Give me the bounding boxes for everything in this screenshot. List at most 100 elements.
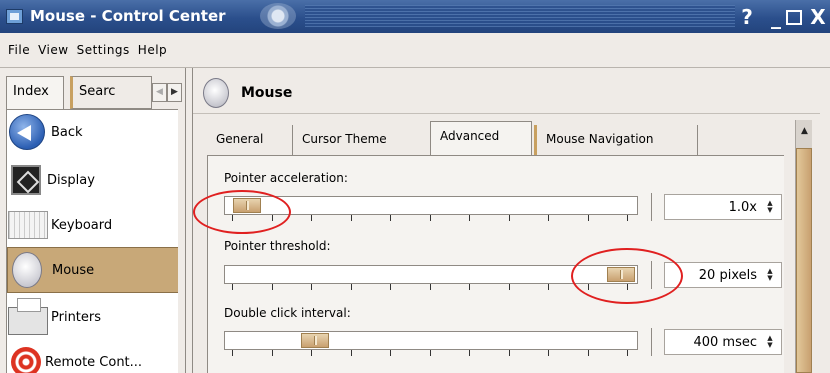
slider-tick: [509, 350, 510, 356]
slider-tick: [232, 284, 233, 290]
title-bar-grip[interactable]: [305, 5, 735, 27]
sidebar-list: Back Display Keyboard Mouse Printers Rem…: [6, 109, 178, 373]
spinbox-arrows-icon[interactable]: ▲ ▼: [765, 335, 775, 349]
double-click-interval-slider[interactable]: [224, 331, 638, 350]
remote-icon: [11, 347, 41, 373]
slider-tick: [548, 350, 549, 356]
sidebar-item-mouse[interactable]: Mouse: [7, 247, 178, 293]
sidebar-item-label: Keyboard: [51, 217, 113, 233]
window-title: Mouse - Control Center: [30, 7, 226, 25]
sidebar-tabs: Index Searc ◀ ▶: [6, 76, 184, 109]
slider-tick: [272, 350, 273, 356]
slider-tick: [548, 284, 549, 290]
annotation-ellipse-threshold: [571, 248, 683, 304]
maximize-button[interactable]: [786, 10, 802, 25]
tab-scroll-right-icon[interactable]: ▶: [167, 83, 182, 102]
close-button[interactable]: X: [807, 6, 829, 28]
sidebar-item-keyboard[interactable]: Keyboard: [7, 203, 178, 247]
tab-scroll-left-icon[interactable]: ◀: [152, 83, 167, 102]
double-click-interval-spinbox[interactable]: 400 msec ▲ ▼: [664, 329, 782, 355]
sidebar-item-label: Printers: [51, 309, 102, 325]
slider-tick: [232, 350, 233, 356]
slider-tick: [627, 350, 628, 356]
spinbox-value: 400 msec: [693, 334, 757, 350]
tab-scroll-arrows: ◀ ▶: [152, 83, 182, 102]
field-divider: [651, 193, 652, 221]
control-center-icon: [6, 9, 23, 24]
menu-settings[interactable]: Settings: [77, 43, 130, 57]
tab-cursor-theme[interactable]: Cursor Theme: [292, 125, 430, 155]
sidebar: Index Searc ◀ ▶ Back Display Keyboard Mo…: [0, 68, 190, 373]
slider-tick: [390, 215, 391, 221]
slider-tick: [469, 350, 470, 356]
minimize-button[interactable]: _: [765, 6, 787, 28]
sidebar-item-label: Back: [51, 124, 83, 140]
slider-tick: [390, 350, 391, 356]
back-arrow-icon: [9, 114, 45, 150]
slider-tick: [509, 215, 510, 221]
slider-ticks: [224, 350, 638, 356]
tab-index[interactable]: Index: [6, 76, 64, 109]
tab-general[interactable]: General: [207, 125, 287, 155]
panel-splitter[interactable]: [185, 68, 193, 373]
sidebar-item-display[interactable]: Display: [7, 158, 178, 202]
slider-tick: [548, 215, 549, 221]
printer-icon: [8, 298, 48, 335]
field-divider: [651, 328, 652, 356]
slider-tick: [390, 284, 391, 290]
slider-tick: [351, 215, 352, 221]
header-divider: [193, 113, 830, 114]
tab-advanced[interactable]: Advanced: [430, 121, 532, 155]
vertical-scrollbar[interactable]: ▲: [795, 120, 812, 373]
sidebar-item-label: Remote Cont...: [45, 354, 143, 370]
double-click-interval-label: Double click interval:: [224, 306, 351, 320]
mouse-icon: [203, 78, 229, 108]
display-icon: [11, 165, 41, 195]
scroll-up-icon[interactable]: ▲: [796, 120, 813, 142]
main-panel: Mouse General Cursor Theme Advanced Mous…: [193, 68, 830, 373]
spinbox-arrows-icon[interactable]: ▲ ▼: [765, 268, 775, 282]
advanced-settings-pane: Pointer acceleration: 1.0x ▲ ▼ Pointer th…: [207, 155, 784, 373]
sidebar-item-remote[interactable]: Remote Cont...: [7, 340, 178, 373]
slider-tick: [272, 284, 273, 290]
slider-tick: [430, 215, 431, 221]
slider-tick: [311, 215, 312, 221]
spinbox-value: 20 pixels: [698, 267, 757, 283]
sidebar-item-back[interactable]: Back: [7, 110, 178, 154]
tab-search[interactable]: Searc: [70, 76, 152, 109]
sidebar-item-label: Display: [47, 172, 95, 188]
module-header: Mouse: [203, 76, 292, 110]
slider-tick: [311, 284, 312, 290]
menu-file[interactable]: File: [8, 43, 30, 57]
slider-tick: [311, 350, 312, 356]
tab-divider: [697, 125, 698, 155]
slider-tick: [430, 350, 431, 356]
slider-thumb[interactable]: [301, 333, 329, 348]
spinbox-value: 1.0x: [728, 199, 757, 215]
settings-tabs: General Cursor Theme Advanced Mouse Navi…: [207, 121, 807, 155]
pointer-threshold-label: Pointer threshold:: [224, 239, 331, 253]
mouse-icon: [12, 252, 42, 288]
slider-tick: [430, 284, 431, 290]
window-frame-edge: [820, 68, 830, 373]
pointer-acceleration-spinbox[interactable]: 1.0x ▲ ▼: [664, 194, 782, 220]
page-title: Mouse: [241, 85, 293, 101]
menu-view[interactable]: View: [38, 43, 68, 57]
slider-tick: [469, 215, 470, 221]
title-bar: Mouse - Control Center ? _ X: [0, 0, 830, 33]
sidebar-item-label: Mouse: [52, 262, 95, 278]
menu-help[interactable]: Help: [138, 43, 167, 57]
slider-tick: [627, 215, 628, 221]
spinbox-arrows-icon[interactable]: ▲ ▼: [765, 200, 775, 214]
slider-tick: [588, 350, 589, 356]
tab-mouse-navigation[interactable]: Mouse Navigation: [534, 125, 696, 155]
slider-tick: [351, 350, 352, 356]
scrollbar-thumb[interactable]: [796, 148, 812, 373]
sidebar-item-printers[interactable]: Printers: [7, 295, 178, 339]
annotation-ellipse-acceleration: [193, 190, 291, 234]
help-button[interactable]: ?: [736, 6, 758, 28]
slider-tick: [351, 284, 352, 290]
title-swirl-decoration: [260, 3, 296, 29]
pointer-acceleration-label: Pointer acceleration:: [224, 171, 348, 185]
slider-tick: [469, 284, 470, 290]
